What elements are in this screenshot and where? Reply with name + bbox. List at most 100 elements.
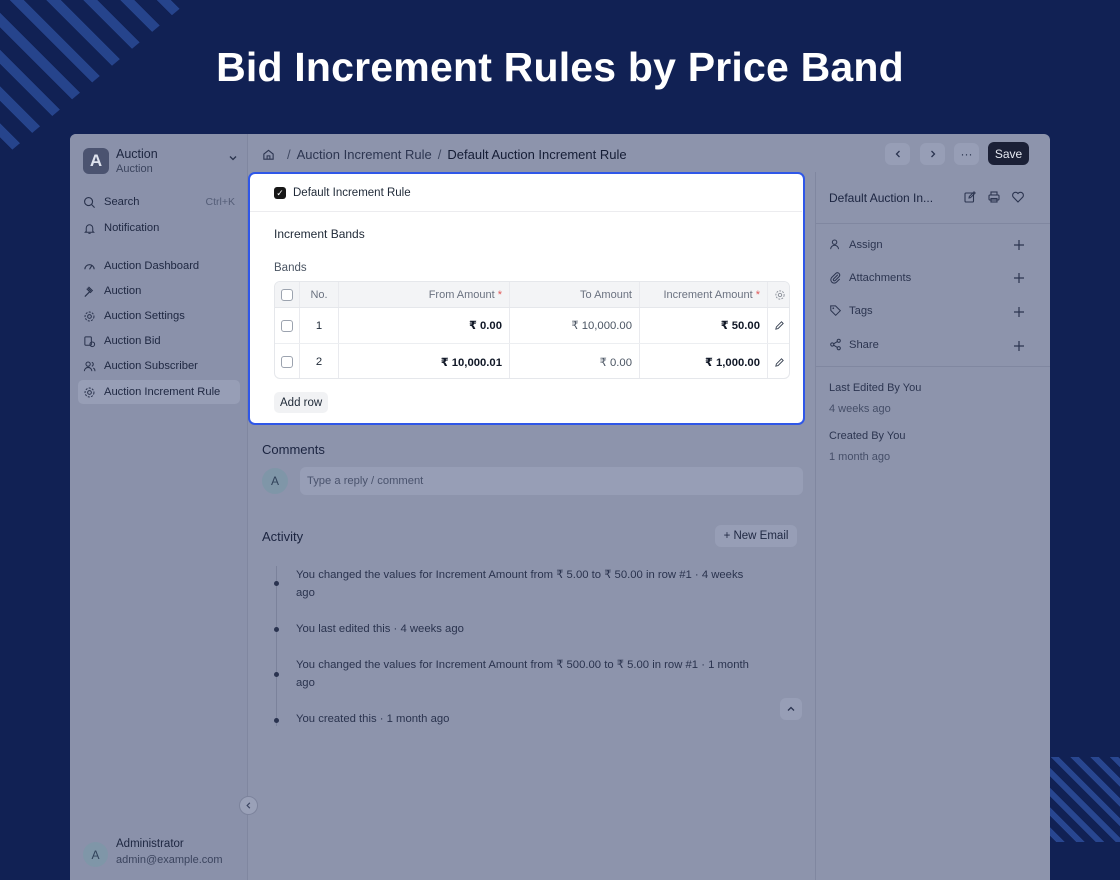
plus-icon[interactable] — [1013, 306, 1025, 318]
last-edited-time: 4 weeks ago — [829, 403, 891, 415]
column-header-from-amount: From Amount * — [339, 282, 510, 307]
sidebar-item-auction-subscriber[interactable]: Auction Subscriber — [78, 354, 240, 378]
share-icon — [830, 338, 841, 351]
sidebar-item-label: Auction Subscriber — [104, 360, 198, 372]
scroll-to-top-button[interactable] — [780, 698, 802, 720]
user-email: admin@example.com — [116, 854, 223, 866]
chevron-up-icon — [787, 706, 795, 711]
to-amount-cell[interactable]: ₹ 10,000.00 — [510, 308, 640, 343]
created-time: 1 month ago — [829, 451, 891, 463]
required-mark: * — [497, 288, 502, 301]
comments-title: Comments — [262, 442, 325, 457]
page-headline: Bid Increment Rules by Price Band — [216, 44, 904, 90]
sidebar-item-auction-dashboard[interactable]: Auction Dashboard — [78, 254, 240, 278]
row-edit-cell[interactable] — [768, 308, 789, 343]
search-shortcut-hint: Ctrl+K — [205, 196, 235, 208]
column-header-increment-amount: Increment Amount * — [640, 282, 768, 307]
increment-amount-cell[interactable]: ₹ 50.00 — [640, 308, 768, 343]
heart-icon[interactable] — [1011, 190, 1025, 204]
collapse-sidebar-button[interactable] — [239, 796, 258, 815]
select-all-checkbox[interactable] — [281, 288, 293, 301]
document-title: Default Auction In... — [829, 191, 934, 205]
pencil-icon — [775, 321, 784, 330]
more-actions-button[interactable]: ··· — [954, 143, 979, 165]
previous-record-button[interactable] — [885, 143, 910, 165]
next-record-button[interactable] — [920, 143, 945, 165]
to-amount-cell[interactable]: ₹ 0.00 — [510, 344, 640, 378]
divider — [816, 223, 1050, 224]
dashboard-icon — [84, 263, 95, 270]
sidebar-search[interactable]: Search Ctrl+K — [78, 190, 240, 214]
bands-field-label: Bands — [274, 262, 307, 274]
user-menu[interactable]: A Administrator admin@example.com — [83, 838, 243, 870]
row-checkbox[interactable] — [281, 319, 293, 332]
column-header-no: No. — [300, 282, 339, 307]
share-label: Share — [849, 338, 879, 351]
plus-icon[interactable] — [1013, 340, 1025, 352]
timeline-line — [276, 566, 277, 726]
from-amount-cell[interactable]: ₹ 0.00 — [339, 308, 510, 343]
default-increment-rule-checkbox[interactable]: ✓ Default Increment Rule — [274, 187, 411, 199]
search-icon — [84, 196, 96, 208]
assign-label: Assign — [849, 238, 883, 251]
workspace-subtitle: Auction — [116, 163, 153, 175]
row-edit-cell[interactable] — [768, 344, 789, 378]
sidebar-item-auction-increment-rule[interactable]: Auction Increment Rule — [78, 380, 240, 404]
timeline-dot — [274, 672, 279, 677]
sidebar-item-auction[interactable]: Auction — [78, 279, 240, 303]
comment-input[interactable]: Type a reply / comment — [300, 467, 803, 495]
tag-icon — [830, 305, 842, 317]
from-amount-cell[interactable]: ₹ 10,000.01 — [339, 344, 510, 378]
table-row: 1 ₹ 0.00 ₹ 10,000.00 ₹ 50.00 — [275, 308, 789, 344]
attachments-label: Attachments — [849, 271, 912, 284]
chevron-left-icon — [895, 150, 900, 158]
column-header-label: Increment Amount — [663, 288, 753, 301]
plus-icon[interactable] — [1013, 272, 1025, 284]
save-button[interactable]: Save — [988, 142, 1029, 165]
select-all-cell — [275, 282, 300, 307]
row-number-cell: 2 — [300, 344, 339, 378]
user-name: Administrator — [116, 838, 184, 850]
plus-icon[interactable] — [1013, 239, 1025, 251]
row-checkbox[interactable] — [281, 356, 293, 368]
chevron-left-icon — [246, 802, 251, 809]
new-email-button[interactable]: + New Email — [715, 525, 797, 547]
gear-icon — [84, 387, 95, 397]
app-window: A Auction Auction Search Ctrl+K Notifica… — [70, 134, 1050, 880]
search-label: Search — [104, 196, 140, 208]
workspace-logo: A — [83, 148, 109, 174]
column-header-to-amount: To Amount — [510, 282, 640, 307]
activity-entry: You created this · 1 month ago — [296, 711, 801, 729]
assign-item[interactable]: Assign — [829, 238, 883, 251]
breadcrumb-link-increment-rule[interactable]: Auction Increment Rule — [297, 147, 432, 162]
increment-amount-cell[interactable]: ₹ 1,000.00 — [640, 344, 768, 378]
workspace-switcher[interactable]: A Auction Auction — [83, 147, 243, 177]
add-row-button[interactable]: Add row — [274, 392, 329, 413]
bell-icon — [84, 223, 95, 234]
user-icon — [830, 239, 839, 250]
home-icon[interactable] — [262, 148, 275, 161]
activity-entry-text: ago — [296, 676, 315, 689]
sidebar-notification[interactable]: Notification — [78, 216, 240, 240]
pencil-icon — [775, 357, 784, 367]
tags-item[interactable]: Tags — [829, 304, 873, 317]
table-row: 2 ₹ 10,000.01 ₹ 0.00 ₹ 1,000.00 — [275, 344, 789, 378]
breadcrumb: / Auction Increment Rule / Default Aucti… — [262, 144, 627, 164]
bid-icon — [84, 335, 96, 347]
activity-entry-text: You changed the values for Increment Amo… — [296, 659, 749, 671]
breadcrumb-separator: / — [287, 146, 291, 162]
last-edited-label: Last Edited By You — [829, 382, 922, 394]
sidebar-item-auction-settings[interactable]: Auction Settings — [78, 304, 240, 328]
activity-entry-text: You changed the values for Increment Amo… — [296, 569, 744, 581]
sidebar-item-auction-bid[interactable]: Auction Bid — [78, 329, 240, 353]
share-item[interactable]: Share — [829, 338, 879, 351]
checkbox-checked[interactable]: ✓ — [274, 187, 286, 199]
edit-icon[interactable] — [963, 190, 977, 204]
attachments-item[interactable]: Attachments — [829, 271, 911, 284]
sidebar-item-label: Auction Bid — [104, 335, 161, 347]
printer-icon[interactable] — [987, 190, 1001, 204]
activity-entry: You changed the values for Increment Amo… — [296, 657, 801, 692]
chevron-down-icon — [229, 156, 237, 161]
column-settings-cell[interactable] — [768, 282, 789, 307]
activity-entry: You last edited this · 4 weeks ago — [296, 621, 801, 639]
